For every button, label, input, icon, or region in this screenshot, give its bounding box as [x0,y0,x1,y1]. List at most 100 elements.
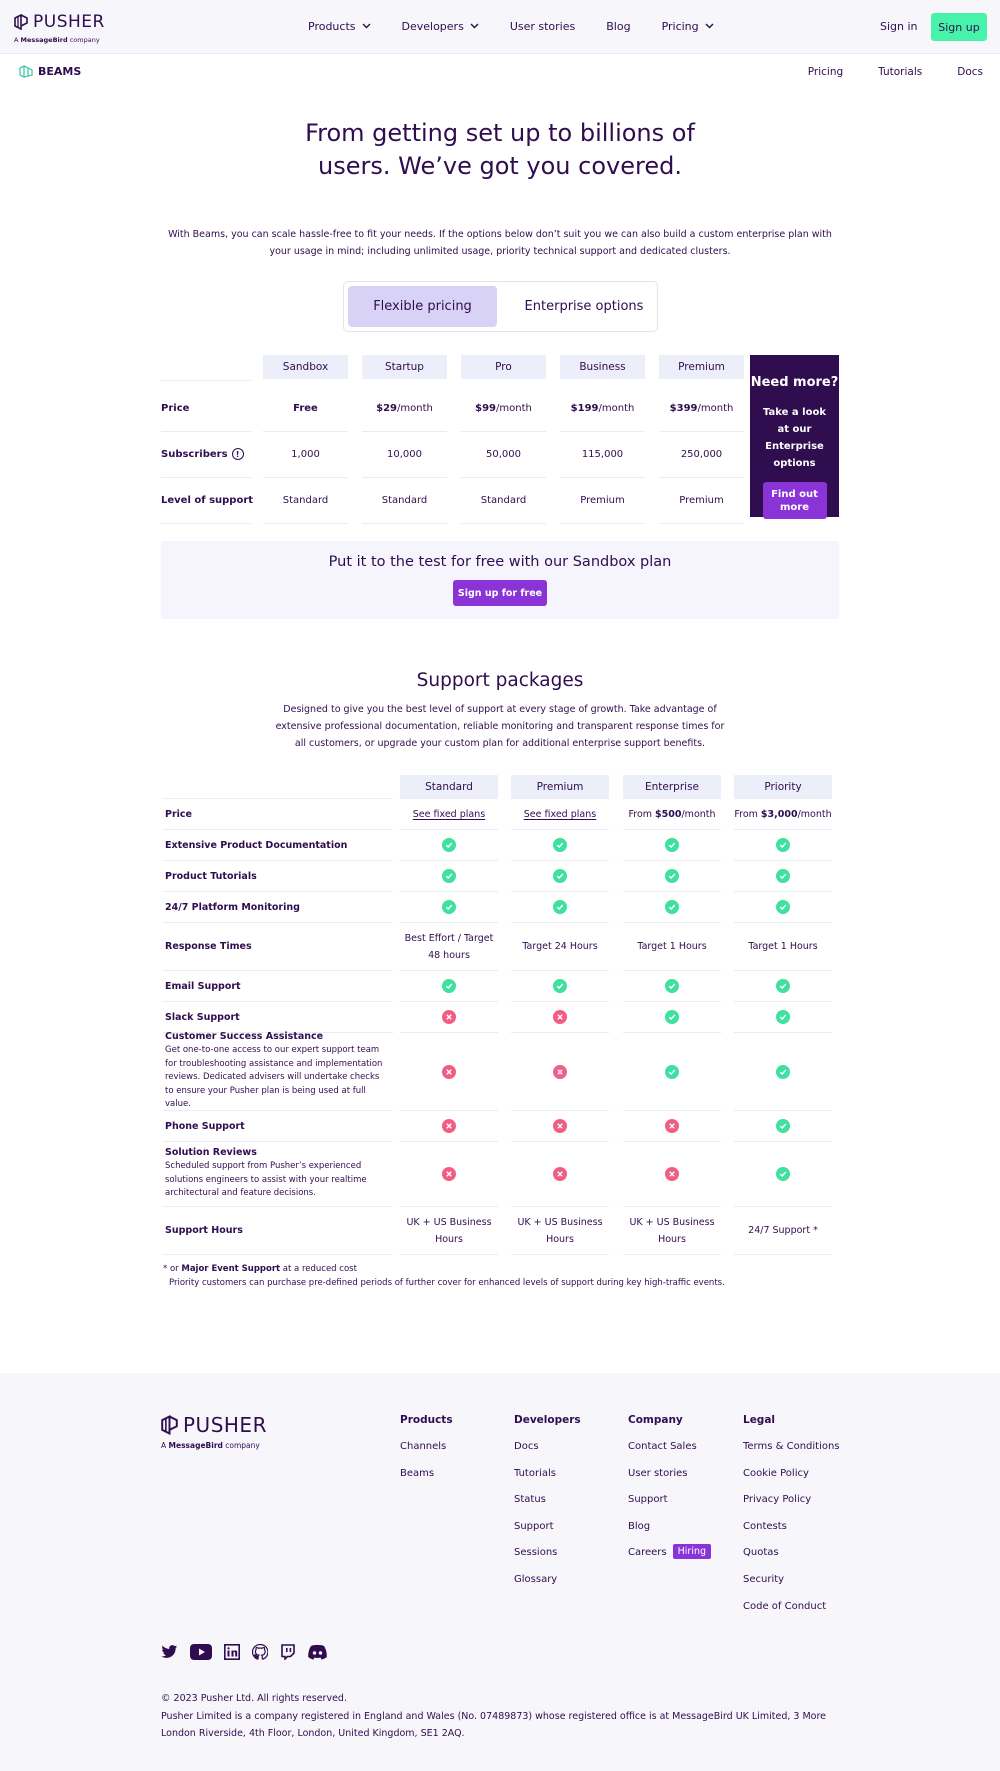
subnav-links: Pricing Tutorials Docs [773,66,983,78]
pusher-logo[interactable]: PUSHER A MessageBird company [14,12,105,44]
footer-link-sessions[interactable]: Sessions [514,1547,581,1574]
pricing-cell: $199/month [560,385,645,431]
sign-in-link[interactable]: Sign in [880,20,918,33]
support-cell [400,861,498,891]
cell-value: 1,000 [291,448,320,460]
support-cell [734,892,832,922]
copyright-text: © 2023 Pusher Ltd. All rights reserved. [161,1693,347,1704]
pricing-toggle: Flexible pricing Enterprise options [343,281,658,332]
footer-link-tutorials[interactable]: Tutorials [514,1468,581,1495]
nav-item-label: Products [308,20,356,33]
discord-icon[interactable] [307,1643,328,1661]
support-row-solution-reviews: Solution Reviews Scheduled support from P… [165,1142,390,1206]
footer-link-status[interactable]: Status [514,1494,581,1521]
check-icon [776,1010,790,1024]
cell-value-strong: $99 [475,402,497,414]
support-cell [623,892,721,922]
twitter-icon[interactable] [161,1643,178,1661]
nav-item-products[interactable]: Products [308,20,371,33]
support-cell [734,1002,832,1032]
check-icon [776,838,790,852]
footer-link-docs[interactable]: Docs [514,1441,581,1468]
tab-enterprise-options[interactable]: Enterprise options [514,286,654,327]
tab-flexible-pricing[interactable]: Flexible pricing [348,286,497,327]
footer-link-glossary[interactable]: Glossary [514,1574,581,1601]
footer-link-code-of-conduct[interactable]: Code of Conduct [743,1601,840,1628]
support-cell [734,861,832,891]
footer-link-contact-sales[interactable]: Contact Sales [628,1441,711,1468]
support-row-label: Phone Support [165,1120,245,1132]
nav-item-pricing[interactable]: Pricing [662,20,714,33]
find-out-more-button[interactable]: Find out more [762,482,827,519]
footer-link-support[interactable]: Support [514,1521,581,1548]
cross-icon [553,1167,567,1181]
support-cell [734,971,832,1001]
footer-link-cookie-policy[interactable]: Cookie Policy [743,1468,840,1495]
subnav-link-pricing[interactable]: Pricing [808,66,843,78]
footer-link-quotas[interactable]: Quotas [743,1547,840,1574]
info-icon[interactable]: ! [231,448,244,460]
nav-item-blog[interactable]: Blog [606,20,630,33]
subnav-link-docs[interactable]: Docs [957,66,983,78]
pricing-cell: 250,000 [659,431,744,477]
sign-up-free-button[interactable]: Sign up for free [453,580,547,606]
sign-up-button[interactable]: Sign up [931,13,987,41]
youtube-icon[interactable] [190,1643,212,1661]
footer-link-security[interactable]: Security [743,1574,840,1601]
price-prefix: From [734,808,761,820]
footer-link-beams[interactable]: Beams [400,1468,453,1495]
see-fixed-plans-link[interactable]: See fixed plans [511,799,609,829]
nav-item-label: User stories [509,20,576,33]
beams-logo-icon [19,64,33,78]
row-label-subscribers: Subscribers! [161,431,244,477]
support-row-description: Scheduled support from Pusher’s experien… [165,1161,367,1199]
linkedin-icon[interactable] [224,1643,240,1661]
footer-link-support[interactable]: Support [628,1494,711,1521]
subnav-link-tutorials[interactable]: Tutorials [878,66,922,78]
footer-link-label: Support [628,1494,668,1506]
github-icon[interactable] [252,1643,268,1661]
plan-header-pro: Pro [461,355,546,379]
support-cell [400,1142,498,1206]
cell-value: /month [496,402,532,414]
table-divider [163,1254,393,1255]
cell-value: 10,000 [387,448,422,460]
support-cell: Target 1 Hours [623,923,721,970]
footer-link-label: Security [743,1573,785,1585]
pricing-cell: Premium [560,477,645,523]
footer-link-user-stories[interactable]: User stories [628,1468,711,1495]
cell-value: 250,000 [680,448,723,460]
footer-link-terms-conditions[interactable]: Terms & Conditions [743,1441,840,1468]
support-row-label: Extensive Product Documentation [165,839,348,851]
support-row-label: Product Tutorials [165,870,257,882]
footer-link-channels[interactable]: Channels [400,1441,453,1468]
table-divider [623,1254,721,1255]
support-cell-text: Target 1 Hours [637,941,707,952]
check-icon [776,900,790,914]
cell-value-strong: $199 [570,402,599,414]
nav-item-developers[interactable]: Developers [402,20,479,33]
support-cell [511,971,609,1001]
support-price: From $3,000/month [734,799,832,829]
row-label-price: Price [161,385,189,431]
cross-icon [553,1064,567,1079]
support-cell [400,1002,498,1032]
cell-value-strong: $399 [669,402,698,414]
pusher-logo-icon [14,14,28,30]
footer-link-privacy-policy[interactable]: Privacy Policy [743,1494,840,1521]
check-icon [665,838,679,852]
price-suffix: /month [681,808,716,820]
footer-link-contests[interactable]: Contests [743,1521,840,1548]
nav-item-user-stories[interactable]: User stories [510,20,575,33]
price-suffix: /month [797,808,832,820]
support-row-label: 24/7 Platform Monitoring [165,901,300,913]
hiring-badge[interactable]: Hiring [672,1544,712,1560]
twitch-icon[interactable] [280,1643,295,1661]
support-cell: Target 1 Hours [734,923,832,970]
footer-link-blog[interactable]: Blog [628,1521,711,1548]
footer-link-careers[interactable]: Careers Hiring [628,1544,712,1574]
beams-logo[interactable]: BEAMS [19,64,81,78]
support-cell [623,830,721,860]
footer-logo[interactable]: PUSHER A MessageBird company [161,1413,267,1450]
see-fixed-plans-link[interactable]: See fixed plans [400,799,498,829]
